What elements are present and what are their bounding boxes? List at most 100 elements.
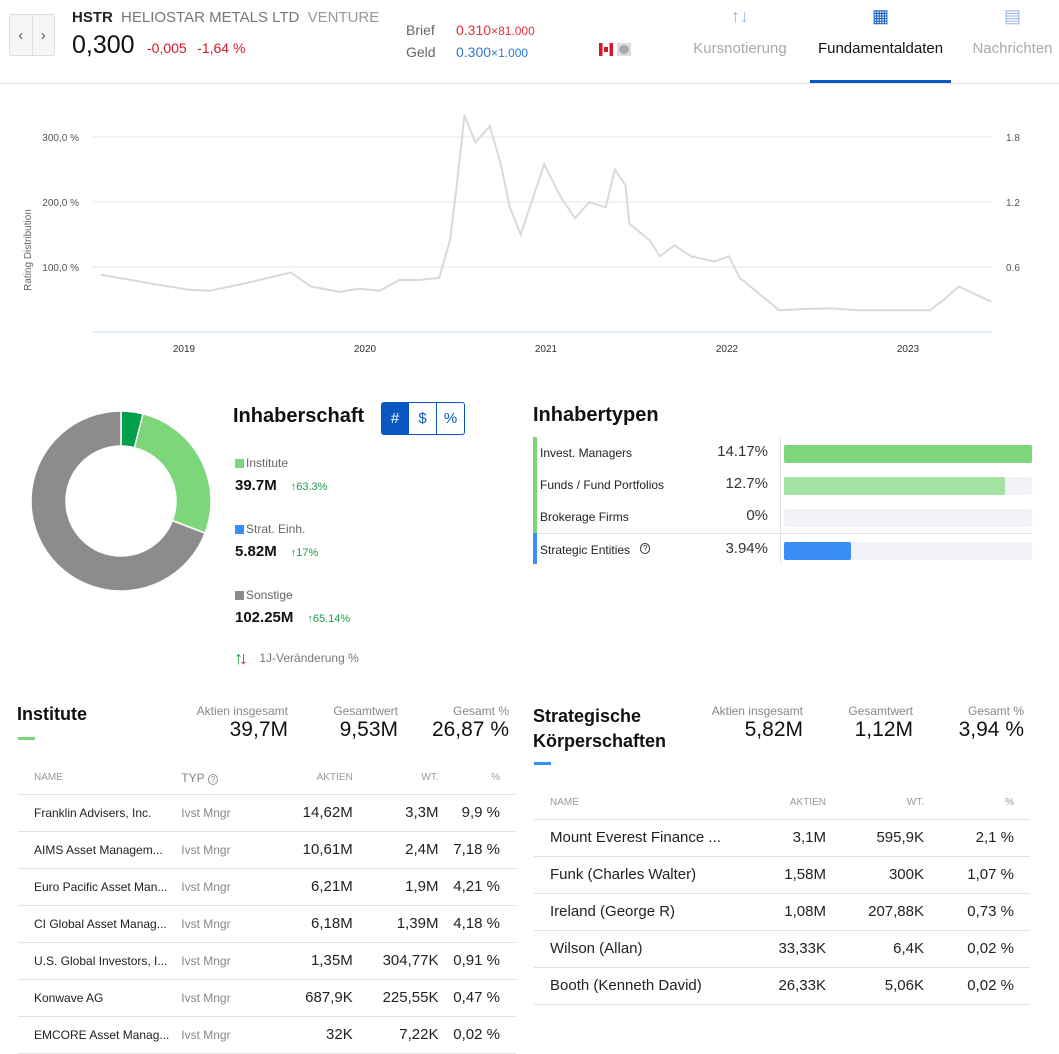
- shares: 26,33K: [724, 967, 826, 1005]
- holder-type: Ivst Mngr: [181, 831, 264, 869]
- table-row[interactable]: Mount Everest Finance ... 3,1M 595,9K 2,1 %: [534, 819, 1030, 857]
- col-shares[interactable]: AKTIEN: [263, 762, 353, 795]
- security-title: HSTR HELIOSTAR METALS LTD VENTURE: [72, 9, 379, 26]
- table-row[interactable]: CI Global Asset Manag... Ivst Mngr 6,18M 1,…: [18, 905, 516, 943]
- price-line: 0,300 -0,005 -1,64 %: [72, 31, 245, 60]
- tab-kursnotierung[interactable]: ↑↓ Kursnotierung: [686, 0, 794, 84]
- holder-type-bar-track: [784, 509, 1032, 527]
- shares: 14,62M: [263, 794, 353, 832]
- percent: 0,02 %: [438, 1016, 516, 1054]
- legend-label: Sonstige: [246, 588, 293, 602]
- percent: 7,18 %: [438, 831, 516, 869]
- title-line: Strategische: [533, 706, 642, 726]
- help-icon[interactable]: ?: [640, 543, 651, 554]
- table-row[interactable]: Wilson (Allan) 33,33K 6,4K 0,02 %: [534, 930, 1030, 968]
- price-chart: Rating Distribution 100,0 % 200,0 % 300,…: [23, 114, 1020, 355]
- table-row[interactable]: U.S. Global Investors, I... Ivst Mngr 1,35…: [18, 942, 516, 980]
- shares: 33,33K: [724, 930, 826, 968]
- col-value[interactable]: WT.: [352, 762, 439, 795]
- table-row[interactable]: Euro Pacific Asset Man... Ivst Mngr 6,21M 1…: [18, 868, 516, 906]
- holder-type-bar: [784, 542, 851, 560]
- col-pct[interactable]: %: [924, 787, 1030, 820]
- col-type[interactable]: TYP ?: [181, 762, 264, 795]
- bid-size: 1.000: [498, 46, 529, 60]
- holder-type: Ivst Mngr: [181, 794, 264, 832]
- y-left-tick: 300,0 %: [42, 133, 79, 144]
- percent: 0,47 %: [438, 979, 516, 1017]
- col-value[interactable]: WT.: [826, 787, 924, 820]
- stat-label: Aktien insgesamt: [711, 704, 803, 718]
- holder-name: Mount Everest Finance ...: [534, 819, 724, 857]
- percent: 0,73 %: [924, 893, 1030, 931]
- value: 304,77K: [352, 942, 439, 980]
- institutional-group-bar: [533, 437, 537, 533]
- legend-swatch: [235, 591, 244, 600]
- table-row[interactable]: EMCORE Asset Manag... Ivst Mngr 32K 7,22K 0,…: [18, 1016, 516, 1054]
- prev-button[interactable]: ‹: [10, 15, 32, 55]
- shares: 6,21M: [263, 868, 353, 906]
- holder-type: Ivst Mngr: [181, 1016, 264, 1054]
- value: 225,55K: [352, 979, 439, 1017]
- stat-value: 1,12M: [854, 718, 913, 741]
- tab-nachrichten[interactable]: ▤ Nachrichten: [966, 0, 1059, 84]
- table-row[interactable]: Konwave AG Ivst Mngr 687,9K 225,55K 0,47 %: [18, 979, 516, 1017]
- y-right-tick: 1.8: [1006, 133, 1020, 144]
- table-row[interactable]: Booth (Kenneth David) 26,33K 5,06K 0,02 %: [534, 967, 1030, 1005]
- tab-label: Fundamentaldaten: [817, 40, 944, 57]
- next-button[interactable]: ›: [31, 15, 55, 55]
- holder-type-pct: 3.94%: [725, 540, 768, 557]
- toggle-percent[interactable]: %: [437, 402, 465, 435]
- change-note-text: 1J-Veränderung %: [259, 651, 359, 665]
- ask-price: 0.310: [456, 22, 492, 38]
- tab-fundamentaldaten[interactable]: ▦ Fundamentaldaten: [810, 0, 951, 84]
- col-name[interactable]: NAME: [534, 787, 724, 820]
- value: 300K: [826, 856, 924, 894]
- stat-label: Gesamtwert: [333, 704, 398, 718]
- table-row[interactable]: AIMS Asset Managem... Ivst Mngr 10,61M 2,4M…: [18, 831, 516, 869]
- y-right-tick: 0.6: [1006, 263, 1020, 274]
- table-row[interactable]: Funk (Charles Walter) 1,58M 300K 1,07 %: [534, 856, 1030, 894]
- stat-value-total: Gesamtwert 1,12M: [815, 704, 913, 742]
- price-change: -0,005: [147, 40, 187, 56]
- holder-type-pct: 12.7%: [725, 475, 768, 492]
- holder-type: Ivst Mngr: [181, 979, 264, 1017]
- value: 1,9M: [352, 868, 439, 906]
- value: 3,3M: [352, 794, 439, 832]
- holder-name: Euro Pacific Asset Man...: [18, 868, 182, 906]
- table-row[interactable]: Ireland (George R) 1,08M 207,88K 0,73 %: [534, 893, 1030, 931]
- ticker: HSTR: [72, 9, 113, 26]
- clock-icon: [617, 43, 631, 56]
- y-right-tick: 1.2: [1006, 198, 1020, 209]
- bid-label: Geld: [406, 44, 436, 60]
- toggle-value[interactable]: $: [409, 402, 437, 435]
- ownership-title: Inhaberschaft: [233, 405, 365, 427]
- holder-name: Ireland (George R): [534, 893, 724, 931]
- holder-type-bar-track: [784, 445, 1032, 463]
- building-icon: ▦: [871, 6, 889, 26]
- col-shares[interactable]: AKTIEN: [724, 787, 826, 820]
- shares: 687,9K: [263, 979, 353, 1017]
- col-pct[interactable]: %: [438, 762, 516, 795]
- holder-type-row: Invest. Managers 14.17%: [540, 437, 1032, 469]
- percent: 0,02 %: [924, 967, 1030, 1005]
- legend-change: 17%: [296, 547, 319, 559]
- help-icon[interactable]: ?: [207, 773, 219, 785]
- x-tick: 2021: [535, 344, 558, 355]
- value: 7,22K: [352, 1016, 439, 1054]
- holder-name: CI Global Asset Manag...: [18, 905, 182, 943]
- holder-type-row: Funds / Fund Portfolios 12.7%: [540, 469, 1032, 501]
- stat-value: 9,53M: [339, 718, 398, 741]
- legend-change: 63.3%: [296, 481, 328, 493]
- institutes-table: NAME TYP ? AKTIEN WT. % Franklin Adviser…: [18, 762, 516, 1054]
- times-sign: ×: [491, 24, 499, 38]
- shares: 3,1M: [724, 819, 826, 857]
- col-name[interactable]: NAME: [18, 762, 182, 795]
- holder-name: AIMS Asset Managem...: [18, 831, 182, 869]
- table-row[interactable]: Franklin Advisers, Inc. Ivst Mngr 14,62M 3,…: [18, 794, 516, 832]
- value: 595,9K: [826, 819, 924, 857]
- holder-type: Ivst Mngr: [181, 905, 264, 943]
- donut-slice[interactable]: [133, 412, 212, 535]
- holder-name: Franklin Advisers, Inc.: [18, 794, 182, 832]
- strategic-accent: [534, 762, 551, 765]
- toggle-count[interactable]: #: [381, 402, 409, 435]
